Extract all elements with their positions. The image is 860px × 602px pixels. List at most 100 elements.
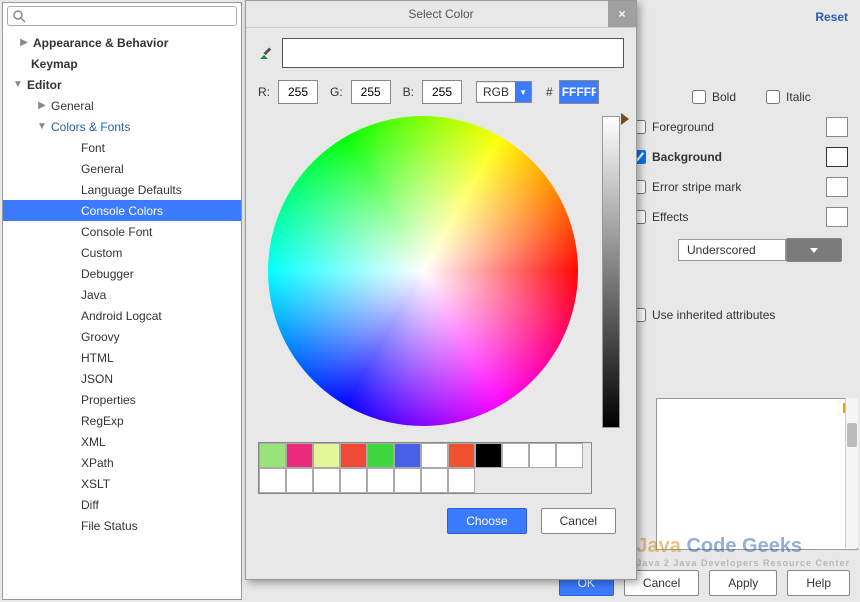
tree-item-console-colors[interactable]: Console Colors (3, 200, 241, 221)
palette-cell[interactable] (259, 443, 286, 468)
reset-link[interactable]: Reset (815, 10, 848, 24)
tree-item-groovy[interactable]: Groovy (3, 326, 241, 347)
tree-item-android-logcat[interactable]: Android Logcat (3, 305, 241, 326)
tree-item-label: Android Logcat (81, 309, 162, 323)
selected-color-swatch (282, 38, 624, 68)
palette-cell[interactable] (529, 443, 556, 468)
tree-item-label: Groovy (81, 330, 120, 344)
tree-item-html[interactable]: HTML (3, 347, 241, 368)
inherit-row[interactable]: Use inherited attributes (628, 302, 848, 328)
tree-item-keymap[interactable]: Keymap (3, 53, 241, 74)
chevron-right-icon: ▶ (35, 100, 49, 111)
tree-item-general[interactable]: ▶General (3, 95, 241, 116)
tree-item-colors-fonts[interactable]: ▼Colors & Fonts (3, 116, 241, 137)
palette-cell[interactable] (448, 468, 475, 493)
tree-item-xpath[interactable]: XPath (3, 452, 241, 473)
b-input[interactable] (422, 80, 462, 104)
choose-button[interactable]: Choose (447, 508, 526, 534)
tree-item-label: General (81, 162, 124, 176)
palette-cell[interactable] (394, 443, 421, 468)
wheel-cursor[interactable] (419, 267, 427, 275)
tree-item-json[interactable]: JSON (3, 368, 241, 389)
scrollbar-thumb[interactable] (847, 423, 857, 447)
palette-cell[interactable] (448, 443, 475, 468)
effects-swatch[interactable] (826, 207, 848, 227)
tree-item-xslt[interactable]: XSLT (3, 473, 241, 494)
tree-item-xml[interactable]: XML (3, 431, 241, 452)
eyedropper-icon[interactable] (258, 45, 274, 61)
tree-item-label: Console Colors (81, 204, 163, 218)
search-box[interactable] (7, 6, 237, 26)
apply-button[interactable]: Apply (709, 570, 777, 596)
tree-item-editor[interactable]: ▼Editor (3, 74, 241, 95)
tree-item-language-defaults[interactable]: Language Defaults (3, 179, 241, 200)
palette-cell[interactable] (367, 468, 394, 493)
tree-item-file-status[interactable]: File Status (3, 515, 241, 536)
palette-cell[interactable] (340, 468, 367, 493)
close-button[interactable]: × (608, 1, 636, 27)
g-label: G: (330, 85, 343, 99)
palette-cell[interactable] (286, 443, 313, 468)
tree-item-general[interactable]: General (3, 158, 241, 179)
tree-item-properties[interactable]: Properties (3, 389, 241, 410)
tree-item-label: Editor (27, 78, 62, 92)
dialog-title: Select Color (408, 7, 473, 21)
tree-item-custom[interactable]: Custom (3, 242, 241, 263)
palette-cell[interactable] (367, 443, 394, 468)
tree-item-label: File Status (81, 519, 138, 533)
chevron-down-icon (786, 238, 842, 262)
hex-input[interactable] (559, 80, 599, 104)
tree-item-label: Keymap (31, 57, 78, 71)
tree-item-debugger[interactable]: Debugger (3, 263, 241, 284)
r-label: R: (258, 85, 270, 99)
dialog-cancel-button[interactable]: Cancel (541, 508, 616, 534)
palette-cell[interactable] (313, 443, 340, 468)
palette-cell[interactable] (502, 443, 529, 468)
tree-item-label: Custom (81, 246, 122, 260)
tree-item-label: HTML (81, 351, 114, 365)
effects-type-select[interactable]: Underscored (678, 238, 848, 262)
preview-scrollbar[interactable] (845, 398, 858, 548)
tree-item-label: RegExp (81, 414, 124, 428)
tree-item-appearance-behavior[interactable]: ▶Appearance & Behavior (3, 32, 241, 53)
g-input[interactable] (351, 80, 391, 104)
palette-cell[interactable] (475, 443, 502, 468)
color-mode-select[interactable]: RGB▼ (476, 81, 532, 103)
palette-cell[interactable] (421, 443, 448, 468)
chevron-down-icon: ▼ (515, 82, 531, 102)
foreground-swatch[interactable] (826, 117, 848, 137)
foreground-row[interactable]: Foreground (628, 114, 848, 140)
settings-panel: ▶Appearance & BehaviorKeymap▼Editor▶Gene… (2, 2, 242, 600)
search-input[interactable] (27, 9, 236, 23)
color-wheel[interactable] (268, 116, 578, 426)
tree-item-console-font[interactable]: Console Font (3, 221, 241, 242)
palette-cell[interactable] (556, 443, 583, 468)
settings-tree: ▶Appearance & BehaviorKeymap▼Editor▶Gene… (3, 32, 241, 536)
error-stripe-row[interactable]: Error stripe mark (628, 174, 848, 200)
effects-row[interactable]: Effects (628, 204, 848, 230)
palette-cell[interactable] (286, 468, 313, 493)
palette-cell[interactable] (313, 468, 340, 493)
bold-checkbox[interactable]: Bold (688, 84, 736, 110)
tree-item-label: XPath (81, 456, 114, 470)
tree-item-java[interactable]: Java (3, 284, 241, 305)
background-swatch[interactable] (826, 147, 848, 167)
slider-handle[interactable] (621, 113, 629, 125)
italic-checkbox[interactable]: Italic (762, 84, 811, 110)
search-icon (11, 8, 27, 24)
palette-cell[interactable] (421, 468, 448, 493)
attributes-panel: Reset Bold Italic Foreground Background … (628, 2, 858, 572)
brightness-slider[interactable] (602, 116, 620, 428)
palette-cell[interactable] (259, 468, 286, 493)
tree-item-label: JSON (81, 372, 113, 386)
tree-item-font[interactable]: Font (3, 137, 241, 158)
tree-item-regexp[interactable]: RegExp (3, 410, 241, 431)
palette-cell[interactable] (340, 443, 367, 468)
tree-item-diff[interactable]: Diff (3, 494, 241, 515)
error-stripe-swatch[interactable] (826, 177, 848, 197)
help-button[interactable]: Help (787, 570, 850, 596)
palette-cell[interactable] (394, 468, 421, 493)
r-input[interactable] (278, 80, 318, 104)
recent-colors-palette (258, 442, 592, 494)
background-row[interactable]: Background (628, 144, 848, 170)
